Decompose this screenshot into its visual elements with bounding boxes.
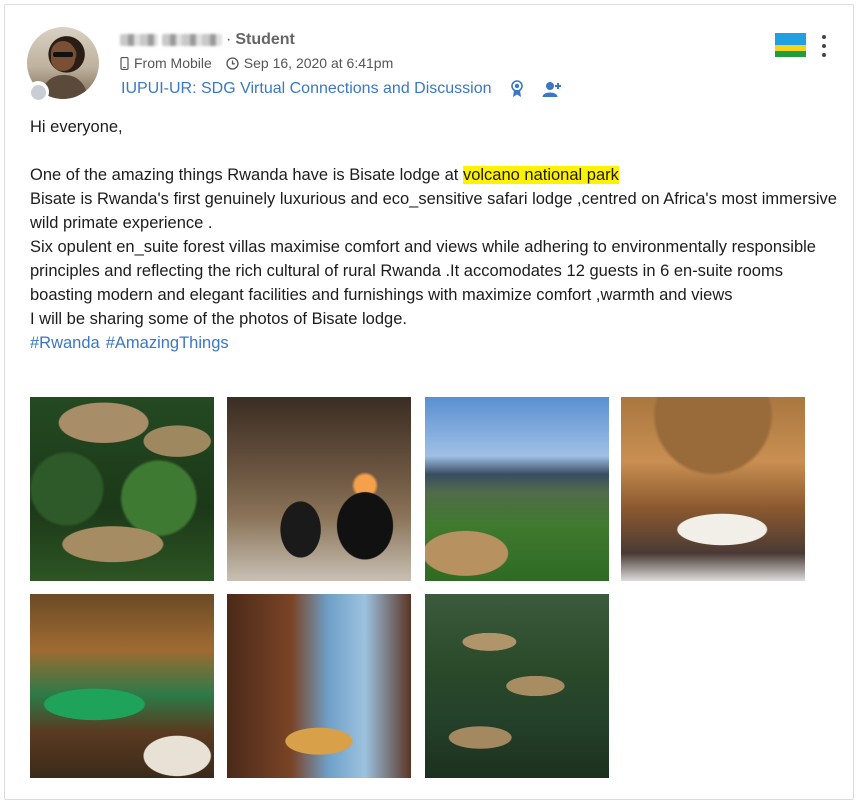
photo-thumbnail[interactable] bbox=[425, 397, 609, 581]
post-timestamp[interactable]: Sep 16, 2020 at 6:41pm bbox=[244, 55, 393, 71]
post-source: From Mobile bbox=[134, 55, 212, 71]
redacted-name bbox=[162, 34, 222, 46]
post-paragraph: Bisate is Rwanda's first genuinely luxur… bbox=[30, 190, 842, 232]
photo-thumbnail[interactable] bbox=[227, 594, 411, 778]
presence-indicator bbox=[27, 81, 49, 103]
name-separator: · bbox=[226, 31, 232, 48]
photo-thumbnail[interactable] bbox=[227, 397, 411, 581]
award-ribbon-icon[interactable] bbox=[510, 80, 524, 98]
avatar-glasses bbox=[53, 52, 73, 57]
highlighted-text: volcano national park bbox=[462, 166, 619, 184]
photo-thumbnail[interactable] bbox=[30, 397, 214, 581]
author-row: · Student bbox=[120, 31, 295, 49]
post-meta: From Mobile Sep 16, 2020 at 6:41pm bbox=[120, 55, 393, 71]
clock-icon bbox=[226, 56, 239, 70]
post-paragraph: Six opulent en_suite forest villas maxim… bbox=[30, 238, 821, 304]
hashtag-link[interactable]: #AmazingThings bbox=[106, 334, 229, 352]
post-paragraph-text: One of the amazing things Rwanda have is… bbox=[30, 166, 463, 184]
post-paragraph: I will be sharing some of the photos of … bbox=[30, 310, 407, 328]
post-greeting: Hi everyone, bbox=[30, 118, 123, 136]
group-row: IUPUI-UR: SDG Virtual Connections and Di… bbox=[121, 80, 562, 98]
hashtag-link[interactable]: #Rwanda bbox=[30, 334, 100, 352]
redacted-name bbox=[120, 34, 158, 46]
user-add-icon[interactable] bbox=[542, 81, 562, 97]
hashtags: #Rwanda #AmazingThings bbox=[30, 331, 840, 355]
rwanda-flag-icon bbox=[775, 33, 806, 57]
post-paragraph: One of the amazing things Rwanda have is… bbox=[30, 163, 840, 187]
more-vertical-icon[interactable] bbox=[819, 35, 829, 57]
mobile-icon bbox=[120, 56, 129, 70]
photo-thumbnail[interactable] bbox=[621, 397, 805, 581]
photo-thumbnail[interactable] bbox=[30, 594, 214, 778]
post-body: Hi everyone, One of the amazing things R… bbox=[30, 115, 840, 355]
photo-thumbnail[interactable] bbox=[425, 594, 609, 778]
group-link[interactable]: IUPUI-UR: SDG Virtual Connections and Di… bbox=[121, 80, 492, 98]
author-role: Student bbox=[235, 31, 295, 48]
